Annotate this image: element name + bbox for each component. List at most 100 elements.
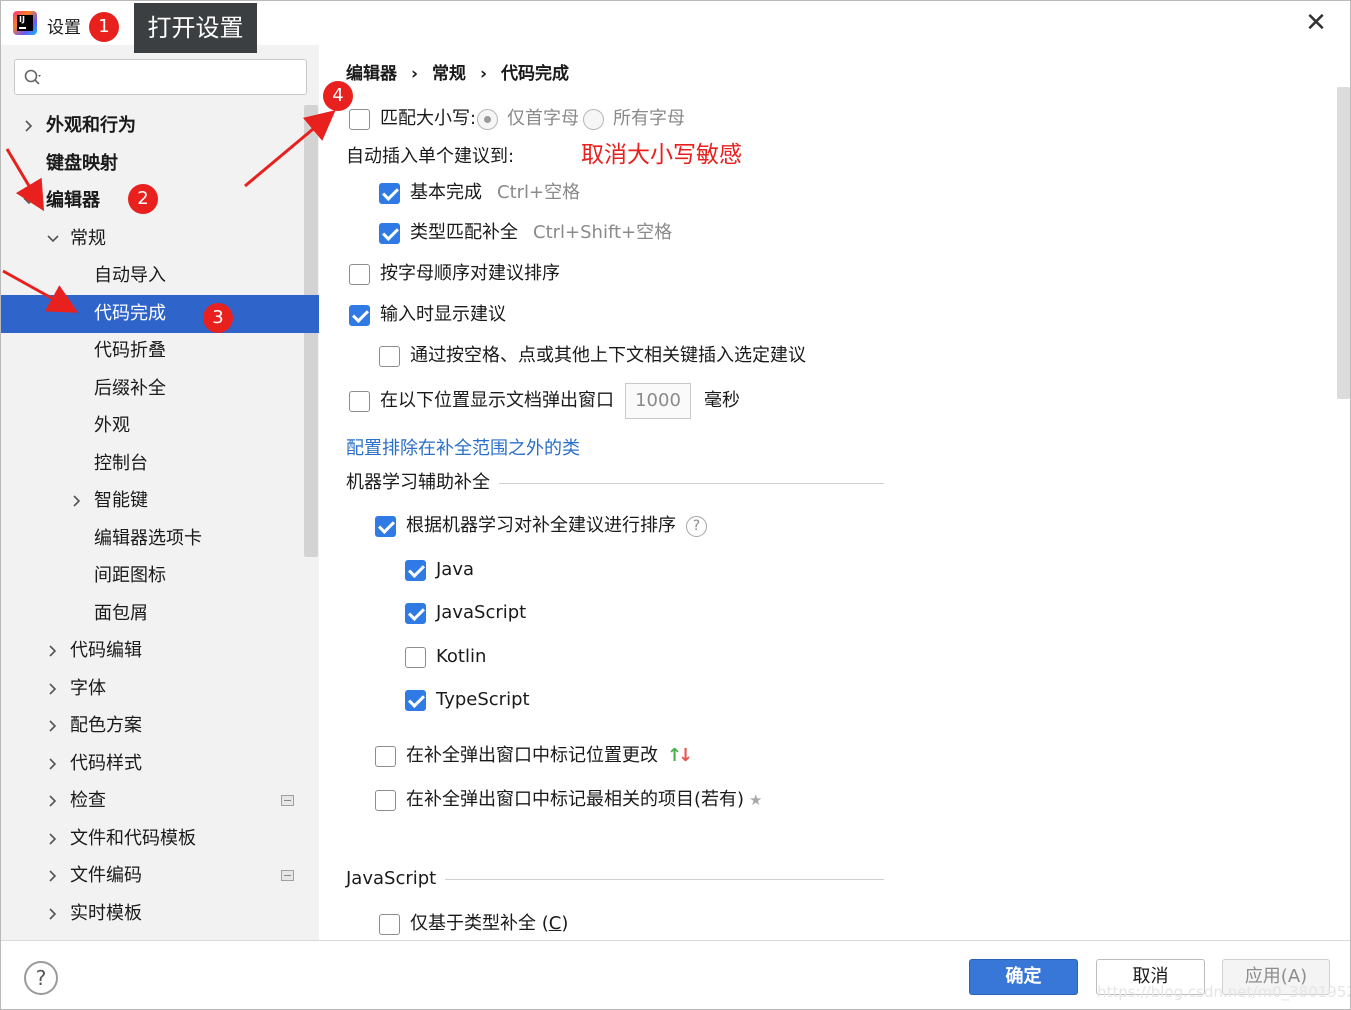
annotation-tooltip: 打开设置	[134, 3, 257, 53]
exclude-classes-link[interactable]: 配置排除在补全范围之外的类	[346, 434, 580, 460]
breadcrumb-editor: 编辑器	[346, 64, 397, 84]
help-icon[interactable]: ?	[24, 961, 58, 995]
tree-item-label: 代码编辑	[70, 640, 142, 661]
tree-item-label: 外观	[94, 415, 130, 436]
doc-popup-delay-input[interactable]: 1000	[625, 383, 691, 419]
tree-item-2[interactable]: 键盘映射	[1, 145, 319, 183]
ml-kotlin-label: Kotlin	[436, 646, 487, 667]
tree-item-12[interactable]: 编辑器选项卡	[1, 520, 319, 558]
chevron-right-icon[interactable]	[23, 120, 35, 132]
annotation-note: 取消大小写敏感	[581, 142, 742, 168]
show-typing-label: 输入时显示建议	[380, 304, 506, 325]
tree-item-21[interactable]: 文件编码	[1, 857, 319, 895]
tree-item-16[interactable]: 字体	[1, 670, 319, 708]
tree-item-6[interactable]: 代码完成	[1, 295, 319, 333]
tree-item-11[interactable]: 智能键	[1, 482, 319, 520]
mark-relevant-checkbox[interactable]	[375, 790, 396, 811]
chevron-right-icon[interactable]	[47, 645, 59, 657]
mark-position-checkbox[interactable]	[375, 746, 396, 767]
ml-section-title: 机器学习辅助补全	[346, 472, 490, 493]
tree-item-9[interactable]: 外观	[1, 407, 319, 445]
tree-item-label: 间距图标	[94, 565, 166, 586]
sort-alpha-checkbox[interactable]	[349, 264, 370, 285]
match-case-checkbox[interactable]	[349, 109, 370, 130]
chevron-right-icon[interactable]	[47, 833, 59, 845]
insert-space-checkbox[interactable]	[379, 346, 400, 367]
settings-dialog: IJ 设置 ✕ 1 打开设置 2 3 4 取消大小写敏感 外观和行为 键盘映射 编辑…	[0, 0, 1351, 1010]
search-icon	[24, 69, 41, 85]
tree-item-label: 代码样式	[70, 753, 142, 774]
doc-popup-unit: 毫秒	[704, 390, 740, 411]
annotation-badge-2: 2	[128, 184, 158, 214]
breadcrumb-separator: ›	[480, 64, 488, 84]
mark-position-label: 在补全弹出窗口中标记位置更改	[406, 745, 658, 766]
show-typing-checkbox[interactable]	[349, 305, 370, 326]
auto-insert-title: 自动插入单个建议到:	[346, 146, 515, 167]
tree-item-4[interactable]: 常规	[1, 220, 319, 258]
chevron-down-icon[interactable]	[47, 233, 59, 245]
watermark: https://blog.csdn.net/m0_38019521	[1097, 983, 1351, 1001]
ml-java-checkbox[interactable]	[405, 560, 426, 581]
tree-item-13[interactable]: 间距图标	[1, 557, 319, 595]
mark-relevant-label: 在补全弹出窗口中标记最相关的项目(若有)	[406, 789, 745, 810]
ml-javascript-checkbox[interactable]	[405, 603, 426, 624]
basic-completion-label: 基本完成	[410, 182, 482, 203]
tree-item-8[interactable]: 后缀补全	[1, 370, 319, 408]
content-scrollbar[interactable]	[1337, 87, 1350, 399]
tree-item-20[interactable]: 文件和代码模板	[1, 820, 319, 858]
smart-completion-checkbox[interactable]	[379, 223, 400, 244]
window-title: 设置	[47, 18, 81, 38]
js-section-divider	[445, 879, 884, 880]
chevron-right-icon[interactable]	[47, 720, 59, 732]
chevron-down-icon[interactable]	[23, 195, 35, 207]
smart-completion-shortcut: Ctrl+Shift+空格	[533, 222, 673, 243]
tree-item-10[interactable]: 控制台	[1, 445, 319, 483]
ml-typescript-label: TypeScript	[436, 689, 530, 710]
tree-item-7[interactable]: 代码折叠	[1, 332, 319, 370]
breadcrumb-code-completion: 代码完成	[501, 64, 570, 84]
chevron-right-icon[interactable]	[47, 908, 59, 920]
tree-item-15[interactable]: 代码编辑	[1, 632, 319, 670]
chevron-right-icon[interactable]	[47, 795, 59, 807]
ml-sort-checkbox[interactable]	[375, 516, 396, 537]
tree-item-label: 智能键	[94, 490, 148, 511]
ml-help-icon[interactable]: ?	[686, 516, 707, 537]
star-icon: ★	[749, 791, 763, 809]
chevron-right-icon[interactable]	[47, 758, 59, 770]
match-case-label: 匹配大小写:	[380, 108, 477, 129]
settings-search-input[interactable]	[14, 59, 307, 95]
chevron-right-icon[interactable]	[47, 683, 59, 695]
tree-item-22[interactable]: 实时模板	[1, 895, 319, 933]
annotation-badge-3: 3	[203, 303, 233, 333]
breadcrumb: 编辑器 › 常规 › 代码完成	[346, 59, 569, 84]
type-only-mnemonic: C	[548, 913, 562, 934]
tree-item-18[interactable]: 代码样式	[1, 745, 319, 783]
first-letter-label: 仅首字母	[507, 108, 579, 129]
ml-sort-label: 根据机器学习对补全建议进行排序	[406, 515, 676, 536]
all-letters-radio[interactable]	[583, 109, 604, 130]
tree-item-3[interactable]: 编辑器	[1, 182, 319, 220]
tree-item-1[interactable]: 外观和行为	[1, 107, 319, 145]
tree-item-5[interactable]: 自动导入	[1, 257, 319, 295]
ml-javascript-label: JavaScript	[436, 602, 527, 623]
ml-kotlin-checkbox[interactable]	[405, 647, 426, 668]
ok-button[interactable]: 确定	[969, 959, 1078, 995]
annotation-badge-4: 4	[323, 81, 353, 111]
chevron-right-icon[interactable]	[71, 495, 83, 507]
breadcrumb-general: 常规	[432, 64, 467, 84]
tree-item-label: 代码完成	[94, 303, 166, 324]
intellij-app-icon: IJ	[13, 11, 37, 35]
doc-popup-checkbox[interactable]	[349, 391, 370, 412]
tree-item-17[interactable]: 配色方案	[1, 707, 319, 745]
settings-tree-panel: 外观和行为键盘映射 编辑器 常规 自动导入代码完成代码折叠 后缀补全外观控制台智能键编辑…	[1, 45, 319, 940]
dialog-button-bar: ? 确定 取消 应用(A) https://blog.csdn.net/m0_3…	[1, 940, 1351, 1009]
type-only-checkbox[interactable]	[379, 914, 400, 935]
tree-item-19[interactable]: 检查	[1, 782, 319, 820]
chevron-right-icon[interactable]	[47, 870, 59, 882]
tree-item-label: 外观和行为	[46, 115, 136, 136]
close-icon[interactable]: ✕	[1301, 9, 1331, 39]
ml-typescript-checkbox[interactable]	[405, 690, 426, 711]
tree-item-14[interactable]: 面包屑	[1, 595, 319, 633]
first-letter-radio[interactable]	[477, 109, 498, 130]
basic-completion-checkbox[interactable]	[379, 183, 400, 204]
